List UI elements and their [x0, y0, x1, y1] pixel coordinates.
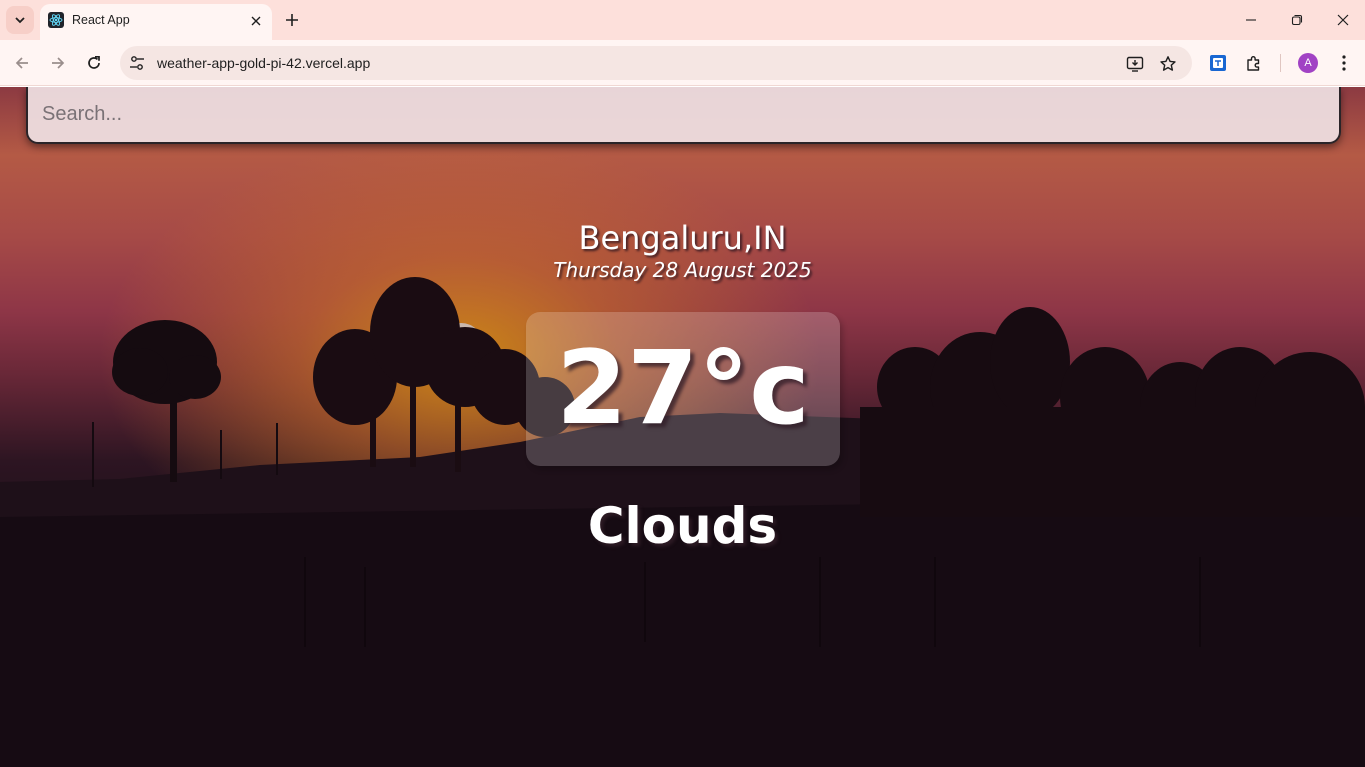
tab-search-button[interactable] — [6, 6, 34, 34]
star-icon — [1160, 56, 1176, 71]
temperature-box: 27°c — [526, 312, 840, 466]
weather-condition: Clouds — [587, 497, 778, 555]
browser-menu-button[interactable] — [1332, 51, 1356, 75]
reload-icon — [88, 55, 100, 69]
forward-button[interactable] — [44, 49, 72, 77]
address-bar[interactable]: weather-app-gold-pi-42.vercel.app — [120, 46, 1192, 80]
weather-app: Bengaluru,IN Thursday 28 August 2025 27°… — [0, 87, 1365, 767]
current-date: Thursday 28 August 2025 — [553, 258, 812, 282]
translate-icon — [1210, 55, 1226, 71]
close-icon — [1337, 14, 1349, 26]
extension-translate-button[interactable] — [1206, 51, 1230, 75]
restore-button[interactable] — [1282, 6, 1312, 34]
react-icon — [48, 12, 64, 28]
toolbar-divider — [1280, 54, 1281, 72]
browser-toolbar: weather-app-gold-pi-42.vercel.app A — [0, 40, 1365, 86]
profile-avatar[interactable]: A — [1298, 53, 1318, 73]
tab-close-button[interactable] — [246, 11, 266, 31]
url-text[interactable]: weather-app-gold-pi-42.vercel.app — [157, 55, 370, 71]
kebab-menu-icon — [1342, 55, 1346, 71]
tab-title: React App — [72, 13, 130, 27]
plus-icon — [286, 14, 298, 26]
back-button[interactable] — [8, 49, 36, 77]
restore-icon — [1291, 14, 1303, 26]
minimize-icon — [1246, 19, 1256, 21]
puzzle-icon — [1247, 56, 1260, 71]
install-app-button[interactable] — [1125, 54, 1145, 74]
extensions-button[interactable] — [1242, 51, 1266, 75]
reload-button[interactable] — [80, 49, 108, 77]
chevron-down-icon — [15, 17, 25, 24]
arrow-left-icon — [15, 57, 28, 69]
temperature-value: 27°c — [556, 329, 810, 448]
tab-react-app[interactable]: React App — [40, 4, 272, 40]
minimize-button[interactable] — [1236, 6, 1266, 34]
tab-strip: React App — [0, 0, 1365, 40]
tune-icon[interactable] — [128, 54, 146, 72]
location-name: Bengaluru,IN — [578, 219, 787, 257]
close-icon — [251, 16, 261, 26]
new-tab-button[interactable] — [280, 6, 304, 34]
bookmark-button[interactable] — [1158, 54, 1178, 74]
close-window-button[interactable] — [1328, 6, 1358, 34]
arrow-right-icon — [52, 57, 65, 69]
search-input[interactable] — [26, 87, 1341, 144]
install-app-icon — [1126, 56, 1144, 72]
